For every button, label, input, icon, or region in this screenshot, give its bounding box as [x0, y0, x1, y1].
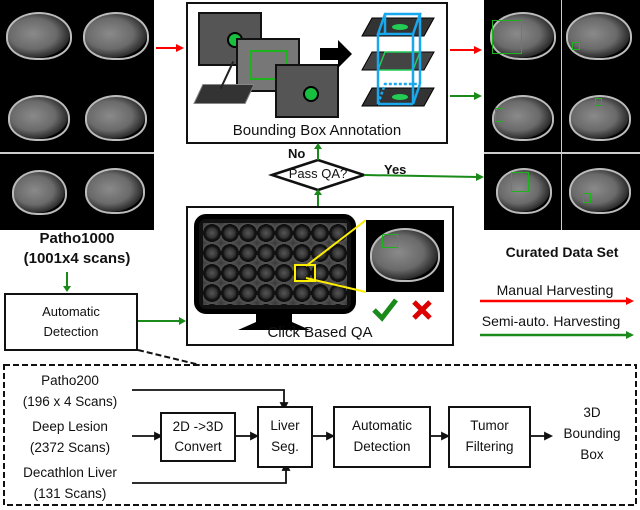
accept-check-icon[interactable] — [372, 298, 398, 322]
yes-arrowhead — [476, 173, 484, 181]
lesion-bbox — [595, 98, 602, 106]
filtering-line2: Filtering — [465, 439, 514, 454]
legend-semi-label: Semi-auto. Harvesting — [481, 313, 621, 329]
zoom-connector — [137, 349, 201, 366]
no-arrowhead — [314, 143, 322, 149]
qa-panel: Click Based QA — [186, 206, 454, 346]
liver-seg-line2: Seg. — [271, 439, 299, 454]
detection-line2: Detection — [353, 439, 411, 454]
lesion-bbox — [572, 42, 580, 50]
output-line2: Bounding — [563, 426, 621, 441]
input-patho200-detail: (196 x 4 Scans) — [22, 394, 118, 409]
convert-line2: Convert — [174, 439, 222, 454]
detection-box: Automatic Detection — [333, 406, 431, 468]
lesion-bbox — [492, 20, 522, 54]
manual-arrowhead-in — [176, 44, 184, 52]
curated-title: Curated Data Set — [505, 244, 619, 260]
grid-divider — [561, 0, 562, 230]
input-decathlon-name: Decathlon Liver — [23, 465, 117, 480]
semi-arrowhead-out — [474, 92, 482, 100]
legend-semi-arrowhead — [626, 331, 634, 339]
input-deeplesion-name: Deep Lesion — [32, 419, 108, 434]
output-line3: Box — [580, 447, 604, 462]
output-line1: 3D — [583, 405, 601, 420]
ct-scan — [569, 168, 631, 214]
convert-box: 2D ->3D Convert — [160, 412, 236, 462]
decision-label: Pass QA? — [288, 166, 348, 181]
input-patho200-name: Patho200 — [41, 373, 99, 388]
decision-yes-label: Yes — [384, 162, 407, 177]
qa-label: Click Based QA — [267, 324, 373, 341]
liver-seg-box: Liver Seg. — [257, 406, 313, 468]
filtering-line1: Tumor — [470, 418, 509, 433]
filtering-box: Tumor Filtering — [448, 406, 531, 468]
source-to-detection-arrowhead — [63, 286, 71, 292]
curated-ct-grid — [484, 0, 640, 230]
lesion-bbox — [511, 172, 529, 192]
liver-seg-line1: Liver — [270, 418, 300, 433]
convert-line1: 2D ->3D — [172, 419, 224, 434]
ct-scan — [566, 12, 632, 60]
decision-no-label: No — [288, 146, 306, 161]
legend-manual-arrowhead — [626, 297, 634, 305]
input-decathlon-detail: (131 Scans) — [33, 486, 107, 501]
legend-manual-label: Manual Harvesting — [496, 282, 614, 298]
grid-divider — [484, 152, 640, 154]
lesion-bbox — [583, 193, 591, 203]
detection-to-qa-arrowhead — [179, 317, 186, 325]
lesion-bbox — [495, 108, 504, 122]
yes-arrow — [363, 174, 479, 178]
reject-cross-icon[interactable] — [412, 300, 432, 320]
manual-arrowhead-out — [474, 46, 482, 54]
detection-line1: Automatic — [351, 418, 413, 433]
input-deeplesion-detail: (2372 Scans) — [29, 440, 111, 455]
